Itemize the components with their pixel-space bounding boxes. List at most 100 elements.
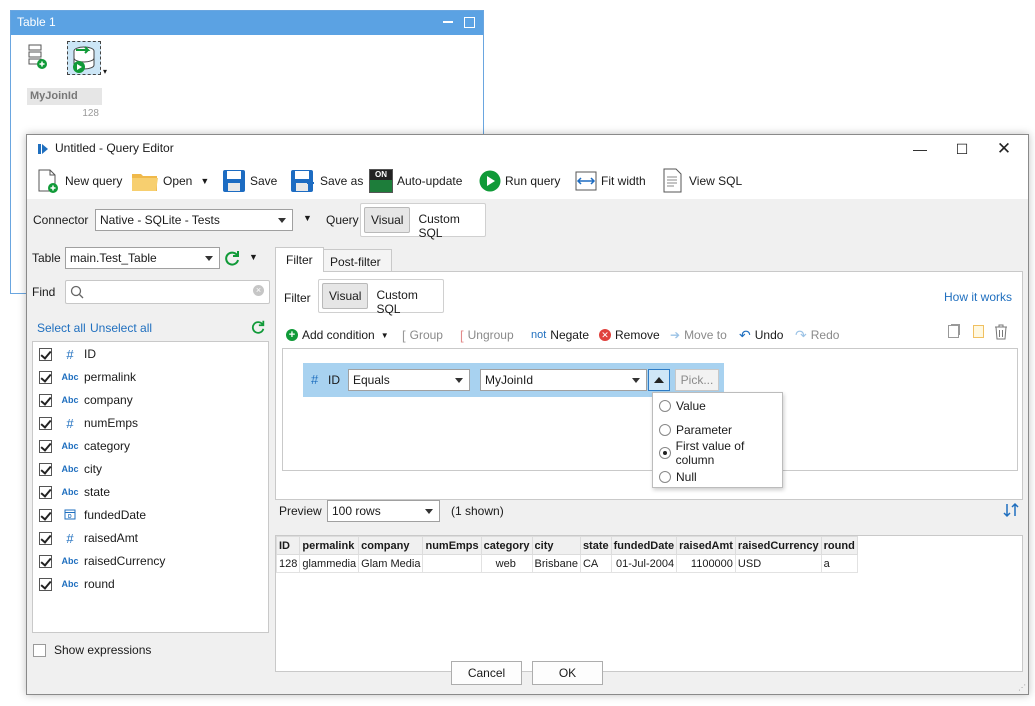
- radio-value[interactable]: [659, 400, 671, 412]
- radio-parameter[interactable]: [659, 424, 671, 436]
- select-all-link[interactable]: Select all: [37, 321, 86, 335]
- refresh-columns-icon[interactable]: [250, 319, 266, 335]
- column-header[interactable]: permalink: [299, 536, 360, 555]
- save-as-button[interactable]: Save as: [290, 167, 363, 195]
- table-cell[interactable]: Glam Media: [358, 554, 424, 573]
- negate-button[interactable]: not Negate: [531, 326, 589, 344]
- table-cell[interactable]: web: [480, 554, 533, 573]
- new-query-button[interactable]: New query: [35, 167, 122, 195]
- list-item[interactable]: # raisedAmt: [39, 528, 138, 548]
- column-header[interactable]: round: [820, 536, 858, 555]
- query-mode-custom-sql[interactable]: Custom SQL: [412, 207, 482, 240]
- redo-button[interactable]: ↷ Redo: [795, 326, 839, 344]
- menu-item-first-value-of-column[interactable]: First value of column: [659, 439, 782, 467]
- list-item[interactable]: Abc company: [39, 390, 133, 410]
- query-mode-visual[interactable]: Visual: [364, 207, 411, 233]
- column-checkbox[interactable]: [39, 577, 52, 591]
- value-source-toggle[interactable]: [648, 369, 670, 391]
- column-checkbox[interactable]: [39, 531, 52, 545]
- ok-button[interactable]: OK: [532, 661, 603, 685]
- operator-select[interactable]: Equals: [348, 369, 470, 391]
- show-expressions-checkbox[interactable]: [33, 643, 46, 657]
- save-button[interactable]: Save: [222, 167, 277, 195]
- clear-search-icon[interactable]: ×: [253, 285, 264, 296]
- table-cell[interactable]: CA: [579, 554, 612, 573]
- remove-button[interactable]: ✕ Remove: [599, 326, 660, 344]
- resize-grip-icon[interactable]: ⋰: [1018, 683, 1026, 692]
- list-item[interactable]: Abc state: [39, 482, 110, 502]
- minimize-button[interactable]: —: [898, 135, 942, 163]
- show-expressions-toggle[interactable]: Show expressions: [33, 640, 151, 660]
- menu-item-null[interactable]: Null: [659, 468, 697, 486]
- table-select[interactable]: main.Test_Table: [65, 247, 220, 269]
- column-checkbox[interactable]: [39, 462, 52, 476]
- list-item[interactable]: Abc city: [39, 459, 102, 479]
- trash-icon[interactable]: [994, 324, 1008, 340]
- preview-rows-select[interactable]: 100 rows: [327, 500, 440, 522]
- maximize-button[interactable]: ☐: [940, 135, 984, 163]
- connector-menu-arrow[interactable]: ▼: [303, 213, 312, 223]
- open-button[interactable]: Open ▼: [131, 167, 209, 195]
- column-header[interactable]: ID: [275, 536, 301, 555]
- value-select[interactable]: MyJoinId: [480, 369, 647, 391]
- list-item[interactable]: Abc permalink: [39, 367, 136, 387]
- pick-button[interactable]: Pick...: [675, 369, 719, 391]
- table-cell[interactable]: Brisbane: [531, 554, 581, 573]
- menu-item-parameter[interactable]: Parameter: [659, 421, 732, 439]
- connector-select[interactable]: Native - SQLite - Tests: [95, 209, 293, 231]
- copy-icon[interactable]: [948, 325, 959, 338]
- auto-update-button[interactable]: ON Auto-update: [369, 167, 462, 195]
- tab-post-filter[interactable]: Post-filter: [319, 249, 392, 273]
- column-header[interactable]: numEmps: [422, 536, 482, 555]
- list-item[interactable]: Abc round: [39, 574, 115, 594]
- add-condition-button[interactable]: + Add condition ▼: [286, 326, 389, 344]
- column-header[interactable]: fundedDate: [610, 536, 678, 555]
- group-button[interactable]: [ Group: [402, 326, 443, 344]
- view-sql-button[interactable]: View SQL: [661, 167, 742, 195]
- filter-mode-visual[interactable]: Visual: [322, 283, 369, 309]
- radio-null[interactable]: [659, 471, 671, 483]
- menu-item-value[interactable]: Value: [659, 397, 706, 415]
- minimize-icon[interactable]: [443, 21, 453, 23]
- table-cell[interactable]: a: [820, 554, 858, 573]
- table-cell[interactable]: [422, 554, 482, 573]
- add-row-icon[interactable]: [27, 43, 53, 73]
- cancel-button[interactable]: Cancel: [451, 661, 522, 685]
- undo-button[interactable]: ↶ Undo: [739, 326, 783, 344]
- radio-first-value-of-column[interactable]: [659, 447, 671, 459]
- list-item[interactable]: # numEmps: [39, 413, 138, 433]
- sort-icon[interactable]: [1003, 502, 1019, 518]
- how-it-works-link[interactable]: How it works: [944, 290, 1012, 304]
- move-to-button[interactable]: ➔ Move to: [670, 326, 727, 344]
- column-checkbox[interactable]: [39, 370, 52, 384]
- table-menu-arrow[interactable]: ▼: [249, 252, 258, 262]
- table-cell[interactable]: 128: [275, 554, 301, 573]
- column-checkbox[interactable]: [39, 347, 52, 361]
- table-cell[interactable]: USD: [734, 554, 822, 573]
- column-header[interactable]: category: [480, 536, 533, 555]
- table-cell[interactable]: glammedia: [299, 554, 360, 573]
- unselect-all-link[interactable]: Unselect all: [90, 321, 152, 335]
- table-cell[interactable]: 01-Jul-2004: [610, 554, 678, 573]
- table-cell[interactable]: 1100000: [676, 554, 736, 573]
- column-header[interactable]: raisedAmt: [676, 536, 736, 555]
- maximize-icon[interactable]: [464, 17, 475, 28]
- column-checkbox[interactable]: [39, 485, 52, 499]
- list-item[interactable]: Abc raisedCurrency: [39, 551, 165, 571]
- condition-field[interactable]: ID: [328, 373, 340, 387]
- column-checkbox[interactable]: [39, 554, 52, 568]
- find-input[interactable]: ×: [65, 280, 270, 304]
- table-row[interactable]: 128 glammedia Glam Media web Brisbane CA…: [275, 554, 858, 573]
- run-query-button[interactable]: Run query: [479, 167, 560, 195]
- column-header[interactable]: city: [531, 536, 581, 555]
- column-checkbox[interactable]: [39, 508, 52, 522]
- column-header[interactable]: state: [579, 536, 612, 555]
- list-item[interactable]: D fundedDate: [39, 505, 146, 525]
- column-checkbox[interactable]: [39, 393, 52, 407]
- fit-width-button[interactable]: Fit width: [575, 167, 646, 195]
- dropdown-arrow-icon[interactable]: ▾: [103, 67, 107, 76]
- column-header[interactable]: raisedCurrency: [734, 536, 822, 555]
- close-button[interactable]: ✕: [982, 135, 1026, 163]
- tab-filter[interactable]: Filter: [275, 247, 324, 272]
- column-checkbox[interactable]: [39, 439, 52, 453]
